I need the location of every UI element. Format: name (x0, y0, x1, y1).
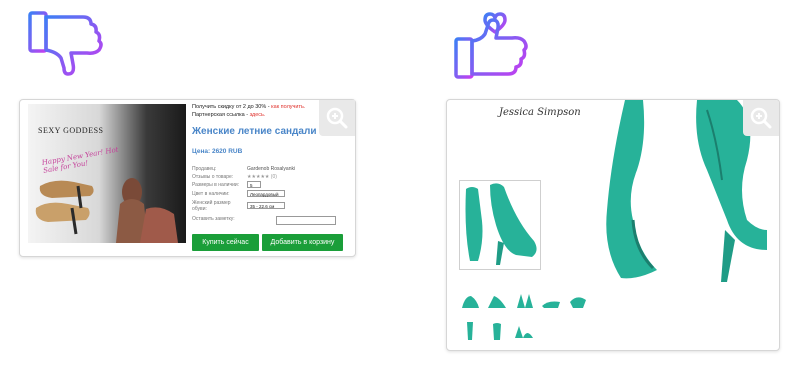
banner-title: SEXY GODDESS (38, 126, 104, 135)
product-title: Женские летние сандали (192, 126, 317, 137)
spec-label-color: Цвет в наличии: (192, 191, 230, 197)
review-stars[interactable]: ★★★★★ (0) (247, 174, 277, 180)
promo-link1[interactable]: как получить. (271, 104, 305, 110)
promo-line2: Партнерская ссылка - (192, 112, 250, 118)
spec-label-note: Оставить заметку: (192, 216, 235, 222)
note-input[interactable] (276, 216, 336, 225)
thumbnail-1[interactable] (459, 290, 481, 312)
shoe-thumbnail-image (465, 183, 537, 265)
spec-label-reviews: Отзывы о товаре: (192, 174, 234, 180)
color-select[interactable]: Леопардовый (247, 190, 285, 197)
sandals-illustration (35, 178, 178, 243)
shoe-size-select[interactable]: 35 - 22.6 см (247, 202, 285, 209)
promo-line1: Получить скидку от 2 до 30% - (192, 104, 272, 110)
good-product-card: Jessica Simpson (446, 99, 780, 351)
thumbnail-8[interactable] (513, 320, 535, 342)
bad-product-card: SEXY GODDESS Happy New Year! Hot Sale fo… (19, 99, 356, 257)
brand-logo: Jessica Simpson (499, 107, 581, 118)
product-price: Цена: 2620 RUB (192, 148, 243, 155)
thumbs-up-heart-icon (450, 6, 530, 91)
brand-logo-text: Jessica Simpson (499, 107, 581, 118)
thumbnail-7[interactable] (486, 320, 508, 342)
zoom-in-icon (326, 107, 348, 129)
zoom-in-icon (750, 107, 772, 129)
add-to-cart-button[interactable]: Добавить в корзину (262, 234, 343, 251)
zoom-button[interactable] (319, 100, 355, 136)
spec-label-seller: Продавец: (192, 166, 217, 172)
thumbnail-4[interactable] (540, 290, 562, 312)
promo-link2[interactable]: здесь. (250, 112, 266, 118)
selected-thumbnail[interactable] (459, 180, 541, 270)
thumbs-down-icon (25, 8, 105, 93)
thumbnail-5[interactable] (567, 290, 589, 312)
spec-label-shoe-size: Женский размер обуви: (192, 200, 231, 212)
thumbnail-3[interactable] (513, 290, 535, 312)
buy-now-button[interactable]: Купить сейчас (192, 234, 259, 251)
thumbnail-2[interactable] (486, 290, 508, 312)
thumbnail-6[interactable] (459, 320, 481, 342)
spec-label-sizes: Размеры в наличии: (192, 182, 240, 188)
product-banner-image[interactable]: SEXY GODDESS Happy New Year! Hot Sale fo… (28, 104, 186, 243)
size-select[interactable]: 5 (247, 181, 261, 188)
spec-value-seller[interactable]: Gardenob Rosalyanki (247, 166, 295, 172)
zoom-button-right[interactable] (743, 100, 779, 136)
